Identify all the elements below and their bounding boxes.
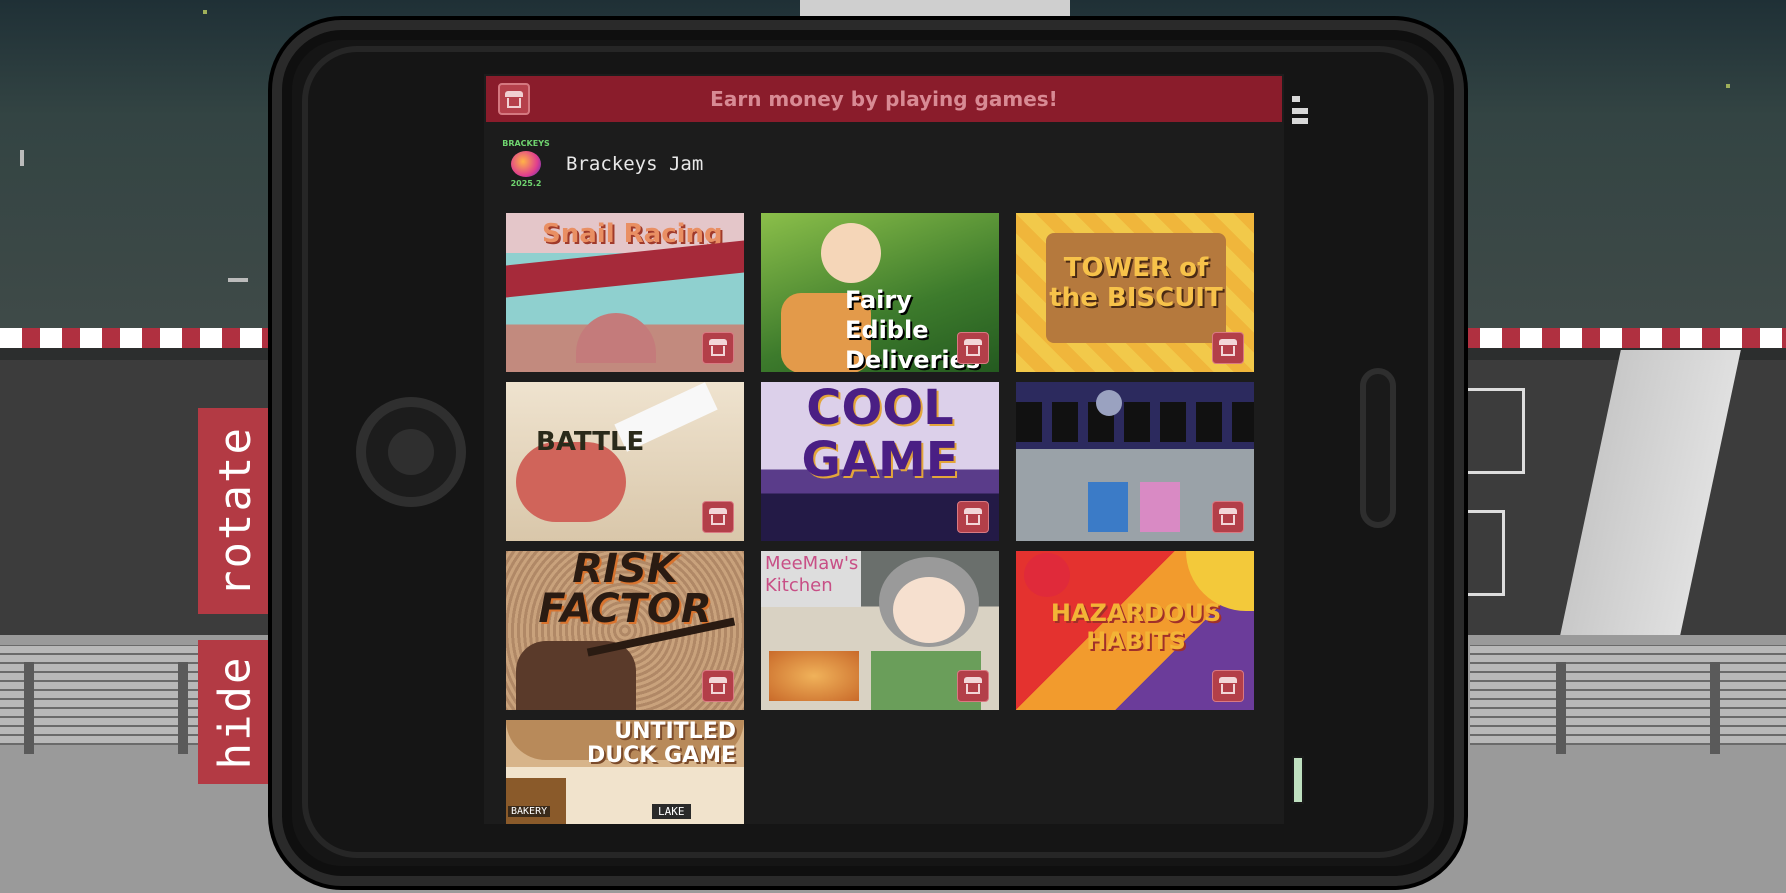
fence-post [24, 662, 34, 754]
jam-logo: BRACKEYS 2025.2 [498, 139, 554, 189]
game-tile-snail-racing[interactable]: Snail Racing [506, 213, 744, 372]
app-header: Earn money by playing games! [486, 76, 1282, 122]
phone-screen: Earn money by playing games! BRACKEYS 20… [484, 74, 1284, 824]
game-title: COOL GAME [801, 382, 959, 488]
game-title: BATTLE BONES [536, 427, 645, 457]
game-tile-cool-game[interactable]: COOL GAME [761, 382, 999, 541]
fence-post [1710, 662, 1720, 754]
star [228, 278, 248, 282]
crowd-art [1016, 402, 1254, 442]
scroll-indicator [1292, 108, 1308, 114]
star [203, 10, 207, 14]
star [1726, 84, 1730, 88]
game-tile-risk-factor[interactable]: RISK FACTOR [506, 551, 744, 710]
jam-logo-top-text: BRACKEYS [502, 139, 550, 148]
play-badge-icon [1212, 501, 1244, 533]
moon [800, 0, 1070, 20]
game-tile-suits[interactable] [1016, 382, 1254, 541]
snail-track-art [506, 240, 744, 298]
play-badge-icon [702, 332, 734, 364]
play-badge-icon [702, 501, 734, 533]
hide-button[interactable]: hide [198, 640, 272, 784]
side-button[interactable] [1360, 368, 1396, 528]
background-sign-outline [1462, 388, 1525, 474]
game-title: HAZARDOUS HABITS [1050, 599, 1222, 655]
play-badge-icon [1212, 670, 1244, 702]
snail-art [576, 313, 656, 363]
boss-character-art [1096, 390, 1122, 416]
jam-logo-year: 2025.2 [510, 179, 542, 188]
shop-icon[interactable] [498, 83, 530, 115]
star [20, 150, 24, 166]
background-sign-outline [1462, 510, 1505, 596]
game-title: Fairy Edible Deliveries [845, 286, 981, 372]
game-tile-fairy-edible-deliveries[interactable]: Fairy Edible Deliveries [761, 213, 999, 372]
rotate-button-label: rotate [209, 425, 261, 597]
game-title: UNTITLED DUCK GAME [587, 720, 736, 768]
bakery-sign: BAKERY [508, 806, 551, 817]
bakery-building-art [506, 778, 566, 824]
play-badge-icon [702, 670, 734, 702]
home-button[interactable] [356, 397, 466, 507]
jam-logo-art [511, 151, 541, 177]
fence-rail-right [1470, 645, 1786, 745]
fence-post [178, 662, 188, 754]
hide-button-label: hide [209, 655, 261, 769]
scroll-indicator [1292, 96, 1300, 102]
game-tile-tower-of-the-biscuit[interactable]: TOWER of the BISCUIT [1016, 213, 1254, 372]
game-title: TOWER of the BISCUIT [1049, 253, 1223, 313]
fire-art [769, 651, 859, 701]
pink-character-art [1140, 482, 1180, 532]
jam-name: Brackeys Jam [566, 153, 704, 175]
lake-sign: LAKE [652, 804, 691, 819]
play-badge-icon [957, 332, 989, 364]
rotate-button[interactable]: rotate [198, 408, 272, 614]
grandma-face-art [893, 577, 965, 643]
play-badge-icon [957, 501, 989, 533]
scrollbar-thumb[interactable] [1292, 756, 1304, 804]
game-title: MeeMaw's Kitchen [765, 553, 859, 596]
fence-post [1556, 662, 1566, 754]
jam-header: BRACKEYS 2025.2 Brackeys Jam [498, 136, 703, 192]
scroll-indicator [1292, 118, 1308, 124]
blue-character-art [1088, 482, 1128, 532]
fairy-character-art [821, 223, 881, 283]
game-title: RISK FACTOR [538, 551, 712, 632]
game-tile-meemaws-kitchen[interactable]: MeeMaw's Kitchen [761, 551, 999, 710]
hunter-art [516, 641, 636, 710]
play-badge-icon [957, 670, 989, 702]
game-tile-hazardous-habits[interactable]: HAZARDOUS HABITS [1016, 551, 1254, 710]
header-title: Earn money by playing games! [710, 87, 1058, 111]
play-badge-icon [1212, 332, 1244, 364]
game-tile-untitled-duck-game[interactable]: UNTITLED DUCK GAME BAKERY LAKE [506, 720, 744, 824]
heart-art [1024, 553, 1070, 597]
game-tile-battle-bones[interactable]: BATTLE BONES [506, 382, 744, 541]
